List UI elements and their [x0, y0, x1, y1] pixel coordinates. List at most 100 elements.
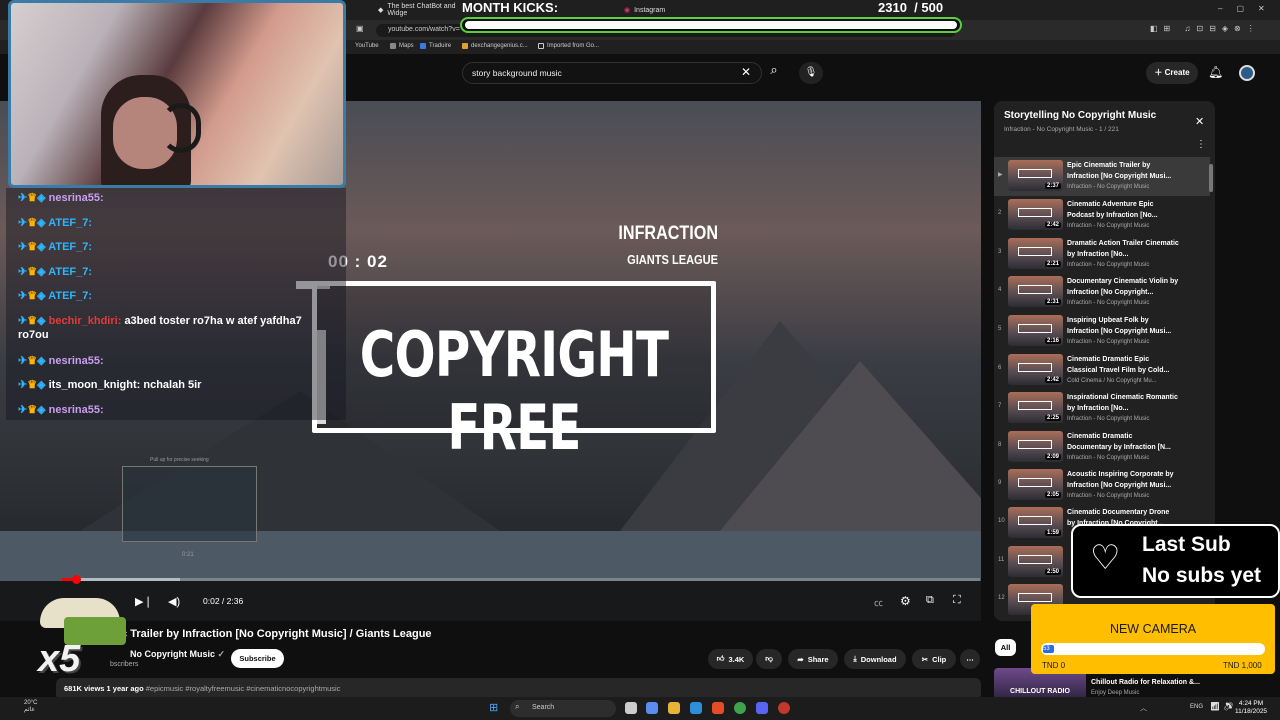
playlist-item[interactable]: 7 2:25 Inspirational Cinematic Romantic by… [994, 389, 1210, 426]
playlist-item-channel: Infraction - No Copyright Music [1067, 493, 1150, 499]
clip-button[interactable]: ✂ Clip [912, 649, 956, 669]
bookmark-star-icon[interactable]: ▣ [356, 24, 364, 33]
settings-gear-icon[interactable]: ⚙ [900, 594, 911, 608]
thumbnail-logo [1018, 478, 1052, 487]
last-sub-value: No subs yet [1142, 564, 1262, 587]
captions-icon[interactable]: ㏄ [874, 596, 883, 609]
microphone-icon: 🎙 [804, 67, 818, 78]
window-controls[interactable]: –▢✕ [1218, 4, 1279, 13]
tray-chevron-icon[interactable]: ︿ [1140, 703, 1147, 713]
playlist-title[interactable]: Storytelling No Copyright Music [1004, 110, 1156, 121]
badge-icon: ✈ [18, 266, 28, 278]
bookmark-maps[interactable]: Maps [390, 43, 414, 49]
badge-icon: ◈ [37, 266, 46, 278]
miniplayer-icon[interactable]: ⧉ [926, 594, 934, 607]
next-video-icon[interactable]: ▶❘ [135, 595, 153, 608]
search-button[interactable]: ⌕ [762, 62, 786, 84]
badge-icon: ✈ [18, 315, 28, 327]
close-playlist-icon[interactable]: ✕ [1195, 115, 1204, 128]
download-icon: ⤓ [853, 654, 857, 663]
playlist-item[interactable]: 9 2:05 Acoustic Inspiring Corporate by Inf… [994, 466, 1210, 503]
more-actions-button[interactable]: ⋯ [960, 649, 980, 669]
channel-name[interactable]: No Copyright Music ✓ [130, 649, 225, 660]
chip-all[interactable]: All [995, 639, 1016, 656]
create-button[interactable]: ＋ Create [1146, 62, 1198, 84]
task-view-icon[interactable] [625, 702, 637, 714]
taskbar-search-label: Search [532, 704, 555, 711]
taskbar-search[interactable]: Search [510, 700, 616, 717]
playlist-item[interactable]: 3 2:21 Dramatic Action Trailer Cinematic b… [994, 235, 1210, 272]
playlist-item-title: Cinematic Adventure Epic Podcast by Infr… [1067, 201, 1158, 219]
like-button[interactable]: 👍︎ 3.4K [708, 649, 753, 669]
share-button[interactable]: ➦ Share [788, 649, 838, 669]
seek-preview-hint: Pull up for precise seeking [150, 457, 209, 463]
crown-icon: ♛ [27, 355, 38, 367]
dislike-button[interactable]: 👎︎ [756, 649, 782, 669]
playlist-item-title: Dramatic Action Trailer Cinematic by Inf… [1067, 240, 1179, 258]
playlist-item[interactable]: 8 2:09 Cinematic Dramatic Documentary by I… [994, 428, 1210, 465]
playlist-item[interactable]: 6 2:42 Cinematic Dramatic Epic Classical T… [994, 351, 1210, 388]
app-icon[interactable] [778, 702, 790, 714]
tab-label: Instagram [634, 6, 666, 14]
tab-label: The best ChatBot and Widge [387, 3, 456, 17]
voice-search-button[interactable]: 🎙 [799, 62, 823, 84]
duration-badge: 2:31 [1044, 299, 1061, 305]
chat-username: its_moon_knight: [48, 379, 141, 391]
brave-icon[interactable] [712, 702, 724, 714]
tab-instagram[interactable]: ◉ Instagram [618, 2, 738, 18]
discord-icon[interactable] [756, 702, 768, 714]
badge-icon: ◈ [37, 217, 46, 229]
bookmark-dexchange[interactable]: dexchangegenius.c... [462, 43, 528, 49]
playlist-item-title: Inspirational Cinematic Romantic by Infr… [1067, 394, 1178, 412]
progress-scrubber[interactable] [72, 575, 81, 584]
search-input[interactable]: story background music [462, 62, 762, 84]
next-video-title[interactable]: Chillout Radio for Relaxation &... [1091, 679, 1200, 686]
weather-desc: غائم [24, 707, 35, 713]
upload-age: 1 year ago [106, 684, 144, 693]
download-button[interactable]: ⤓ Download [844, 649, 906, 669]
playlist-item-channel: Cold Cinema / No Copyright Mu... [1067, 378, 1157, 384]
subscribe-button[interactable]: Subscribe [231, 649, 284, 668]
progress-bar[interactable] [62, 578, 980, 581]
windows-start-icon[interactable]: ⊞ [489, 701, 498, 714]
clear-search-icon[interactable]: ✕ [741, 65, 751, 79]
playlist-item-index: 10 [998, 518, 1005, 524]
bookmark-folder[interactable]: Imported from Go... [538, 43, 599, 49]
avatar[interactable] [1239, 65, 1255, 81]
system-clock[interactable]: 4:24 PM 11/18/2025 [1235, 700, 1267, 716]
plus-icon: ＋ [1154, 68, 1163, 77]
language-indicator[interactable]: ENG [1190, 704, 1203, 710]
goal-min: TND 0 [1042, 661, 1066, 670]
playlist-item[interactable]: 4 2:31 Documentary Cinematic Violin by Inf… [994, 273, 1210, 310]
copilot-icon[interactable] [646, 702, 658, 714]
tab-chatbot[interactable]: ◆ The best ChatBot and Widge [372, 2, 468, 18]
file-explorer-icon[interactable] [668, 702, 680, 714]
chat-message: ✈♛◈ nesrina55: [18, 354, 104, 368]
crown-icon: ♛ [27, 266, 38, 278]
tray-status-icons[interactable]: 📶︎🔊︎ [1210, 702, 1236, 711]
chat-message: ✈♛◈ bechir_khdiri: a3bed toster ro7ha w … [18, 314, 302, 342]
edge-icon[interactable] [690, 702, 702, 714]
playlist-item-index: 3 [998, 249, 1002, 255]
bookmark-traduire[interactable]: Traduire [420, 43, 451, 49]
duration-badge: 2:42 [1044, 377, 1061, 383]
playlist-menu-icon[interactable]: ⋮ [1196, 139, 1206, 150]
playlist-item[interactable]: 2 2:42 Cinematic Adventure Epic Podcast by… [994, 196, 1210, 233]
goal-fill: 53 [1043, 645, 1054, 653]
chat-message: ✈♛◈ ATEF_7: [18, 289, 92, 303]
extension-icons[interactable]: ◧⊞ ♫⊡⊟◈⊗⋮ [1150, 24, 1261, 33]
playlist-item[interactable]: ▶ 2:37 Epic Cinematic Trailer by Infractio… [994, 157, 1210, 194]
playlist-item-channel: Infraction - No Copyright Music [1067, 339, 1150, 345]
playlist-item-title: Epic Cinematic Trailer by Infraction [No… [1067, 162, 1172, 180]
weather-widget[interactable]: 20°C غائم [24, 700, 37, 714]
badge-icon: ◈ [37, 241, 46, 253]
fullscreen-icon[interactable]: ⛶ [953, 594, 961, 607]
playlist-item[interactable]: 5 2:16 Inspiring Upbeat Folk by Infraction… [994, 312, 1210, 349]
chrome-icon[interactable] [734, 702, 746, 714]
chat-username: ATEF_7: [48, 290, 93, 302]
volume-icon[interactable]: ◀) [168, 595, 180, 608]
bookmark-youtube[interactable]: YouTube [355, 43, 379, 49]
clip-label: Clip [932, 654, 947, 664]
folder-icon [538, 43, 544, 49]
notifications-bell-icon[interactable]: 🔔︎ [1208, 65, 1223, 79]
